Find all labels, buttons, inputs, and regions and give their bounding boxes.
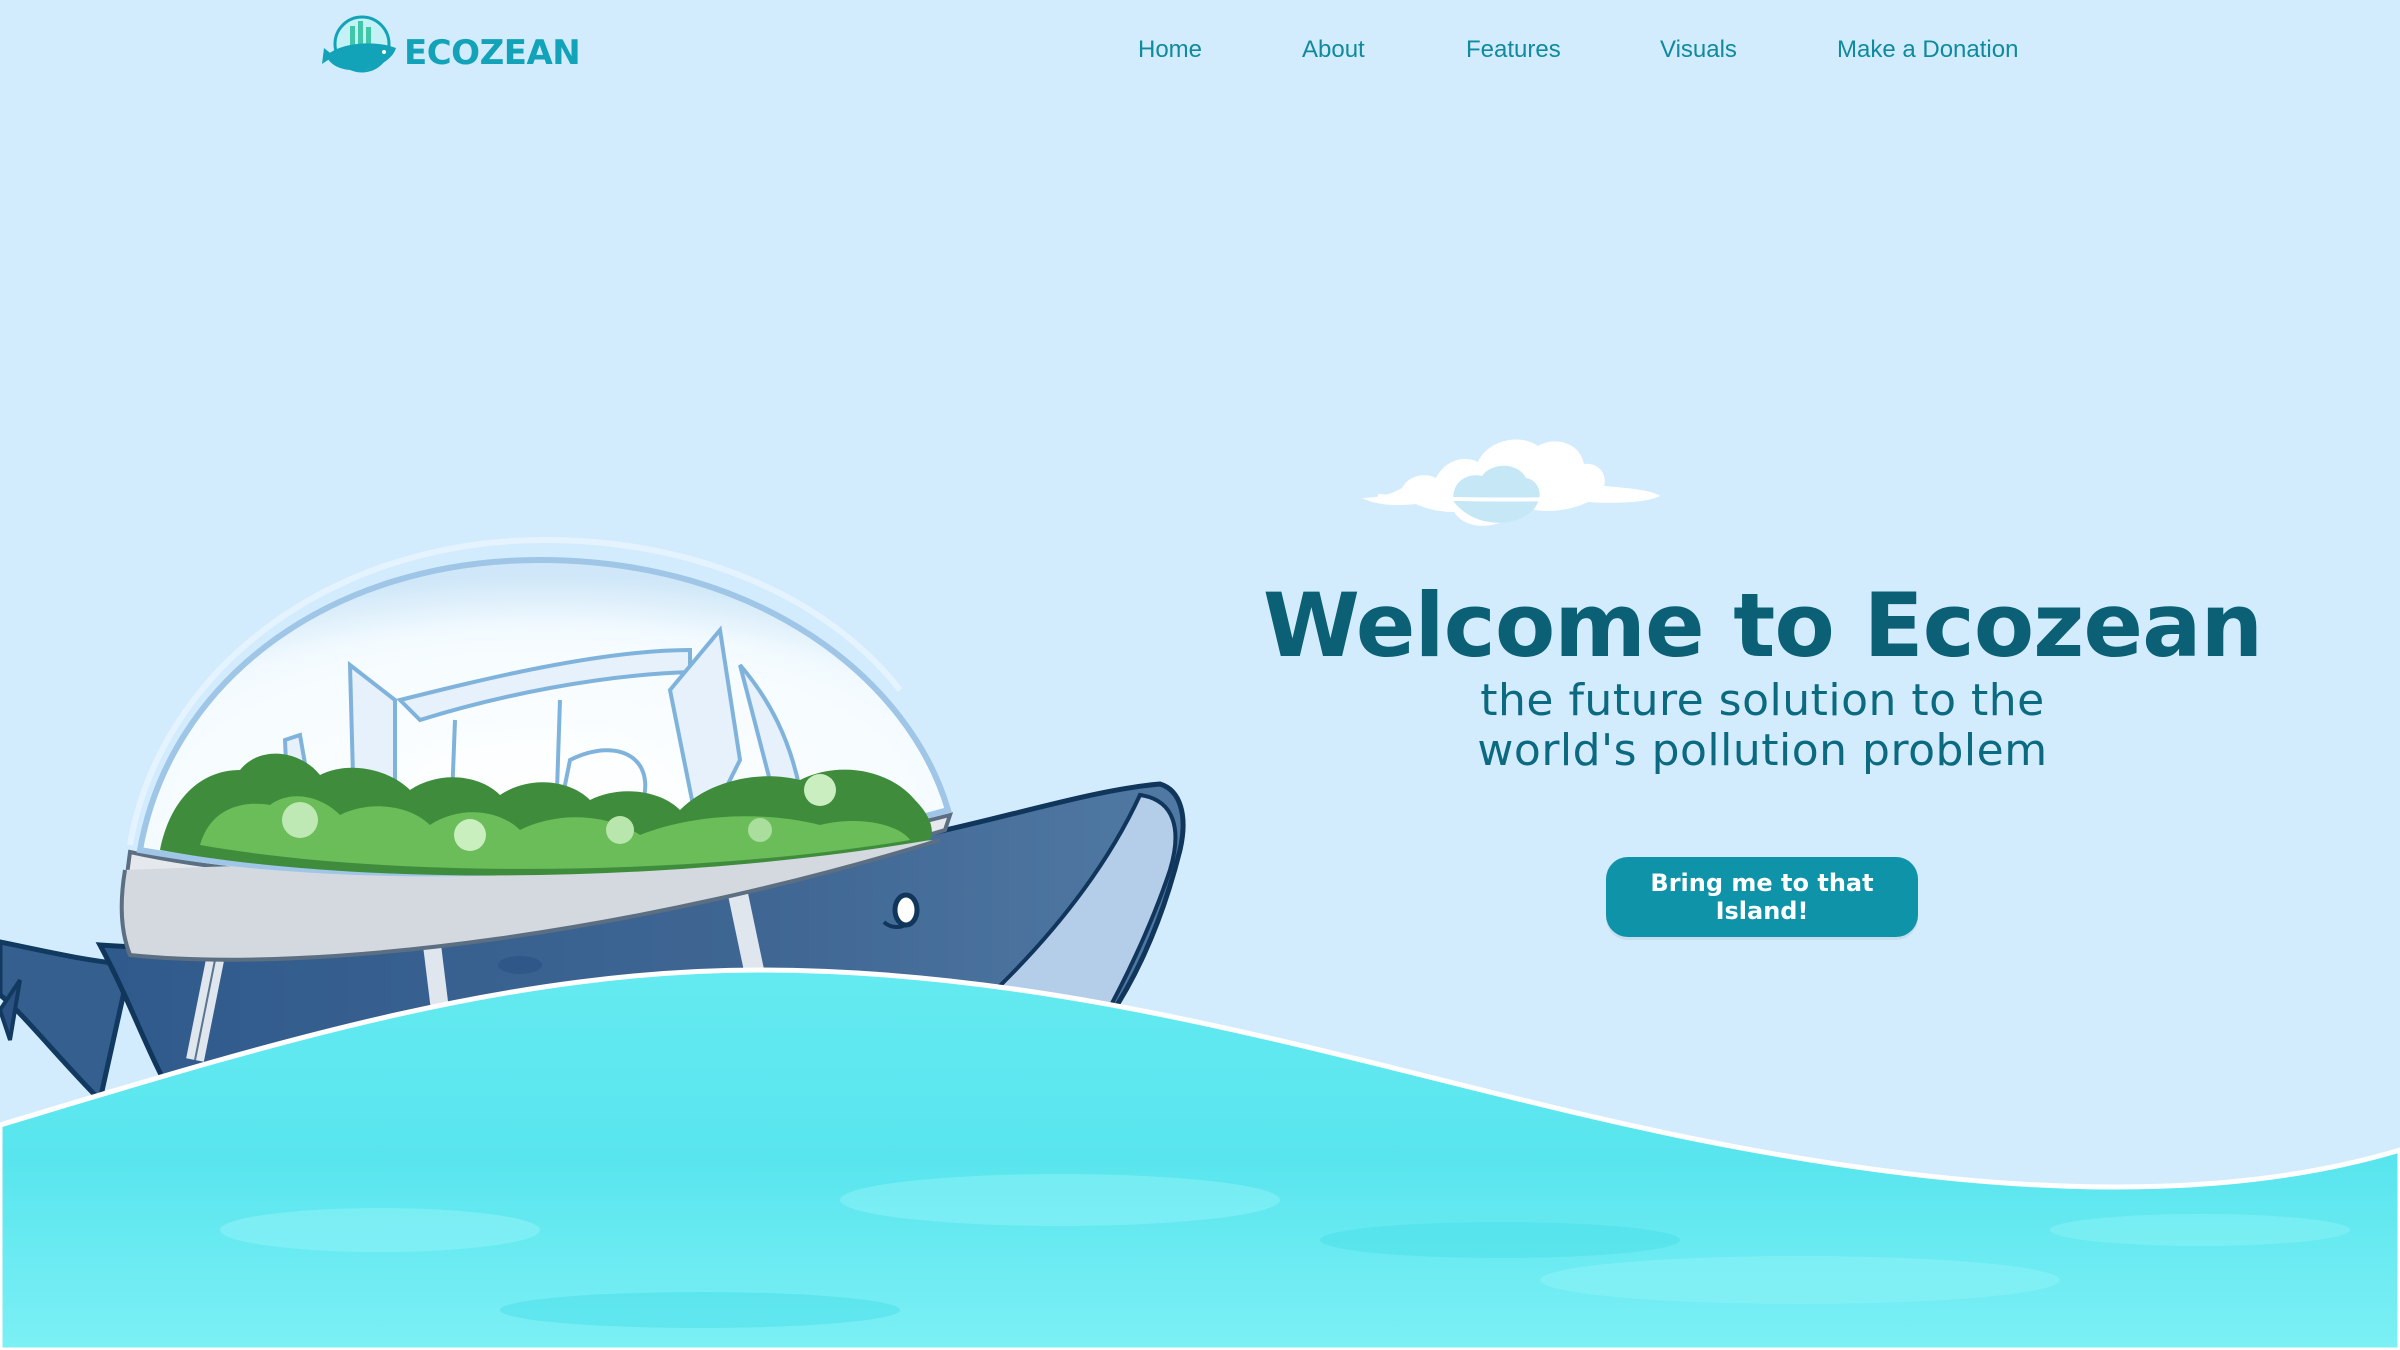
nav-visuals[interactable]: Visuals xyxy=(1660,30,1737,70)
nav-make-a-donation[interactable]: Make a Donation xyxy=(1837,30,2018,70)
landing-page: ECOZEAN Home About Features Visuals Make… xyxy=(0,0,2400,1350)
hero-title: Welcome to Ecozean xyxy=(1262,574,2263,677)
nav-features[interactable]: Features xyxy=(1466,30,1561,70)
hero-subtitle-line-2: world's pollution problem xyxy=(1477,725,2048,776)
nav-home[interactable]: Home xyxy=(1138,30,1202,70)
hero-subtitle-line-1: the future solution to the xyxy=(1480,675,2045,726)
hero-subtitle: the future solution to the world's pollu… xyxy=(1400,676,2125,776)
nav-about[interactable]: About xyxy=(1302,30,1365,70)
cloud-icon xyxy=(1362,439,1660,526)
bring-me-to-island-button[interactable]: Bring me to that Island! xyxy=(1606,857,1918,937)
ocean-waves xyxy=(0,967,2400,1350)
main-nav: Home About Features Visuals Make a Donat… xyxy=(0,30,2400,70)
